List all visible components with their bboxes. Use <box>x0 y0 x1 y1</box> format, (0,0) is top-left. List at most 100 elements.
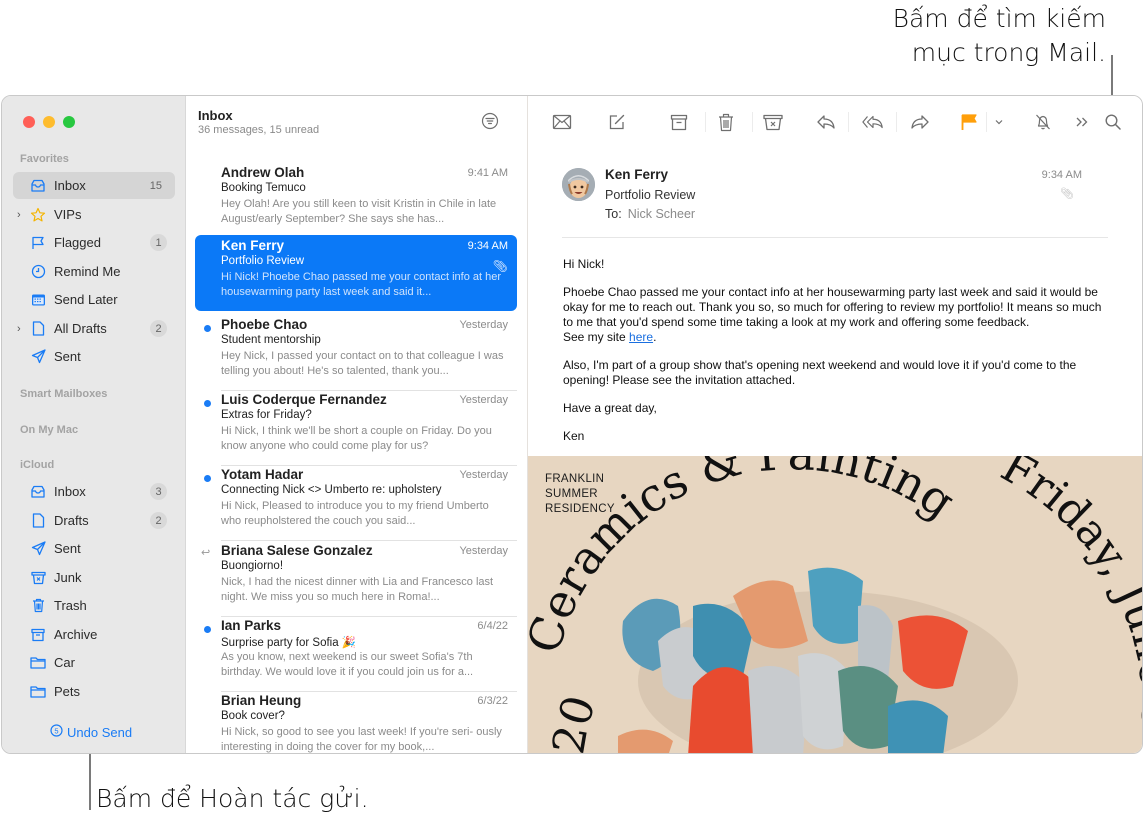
sidebar-item-flagged[interactable]: Flagged 1 <box>13 229 175 256</box>
undo-callout: Bấm để Hoàn tác gửi. <box>96 784 369 813</box>
message-date: 6/4/22 <box>477 620 508 632</box>
envelope-icon <box>552 114 572 130</box>
message-sender: Briana Salese Gonzalez <box>221 543 373 558</box>
sidebar-item-label: Car <box>54 655 75 670</box>
message-row[interactable]: ↩︎ Briana Salese Gonzalez Yesterday Buon… <box>195 540 517 617</box>
folder-icon <box>30 684 46 700</box>
unread-dot-icon <box>204 325 211 332</box>
replied-arrow-icon: ↩︎ <box>201 547 211 559</box>
message-sender: Phoebe Chao <box>221 317 308 332</box>
message-row[interactable]: Brian Heung 6/3/22 Book cover? Hi Nick, … <box>195 690 517 753</box>
trash-icon <box>719 113 733 131</box>
section-on-my-mac[interactable]: On My Mac <box>20 424 78 436</box>
archive-icon <box>30 627 46 643</box>
sidebar-item-label: Pets <box>54 684 81 699</box>
toolbar-divider <box>705 112 706 132</box>
get-mail-button[interactable] <box>551 111 573 133</box>
sidebar-item-vips[interactable]: › VIPs <box>13 201 175 228</box>
invitation-venue: FRANKLIN SUMMER RESIDENCY <box>545 473 615 515</box>
site-link[interactable]: here <box>629 330 653 344</box>
disclosure-chevron-icon[interactable]: › <box>17 209 21 221</box>
sidebar-item-label: Trash <box>54 598 87 613</box>
reply-button[interactable] <box>815 111 837 133</box>
sidebar-item-favorites-sent[interactable]: Sent <box>13 343 175 370</box>
count-badge: 2 <box>150 320 167 337</box>
filter-button[interactable] <box>481 112 499 130</box>
sidebar-item-label: Sent <box>54 349 81 364</box>
message-row[interactable]: Luis Coderque Fernandez Yesterday Extras… <box>195 389 517 466</box>
minimize-window-button[interactable] <box>43 116 55 128</box>
sidebar-item-icloud-sent[interactable]: Sent <box>13 535 175 562</box>
archive-button[interactable] <box>668 111 690 133</box>
sidebar-item-pets[interactable]: Pets <box>13 678 175 705</box>
sidebar-item-label: VIPs <box>54 207 82 222</box>
message-sender: Ian Parks <box>221 618 282 633</box>
message-date: 9:41 AM <box>467 167 508 179</box>
sidebar-item-icloud-inbox[interactable]: Inbox 3 <box>13 478 175 505</box>
message-date: Yesterday <box>459 319 508 331</box>
invitation-image-attachment[interactable]: Ceramics & Painting Friday, June 3 2022 … <box>528 456 1142 753</box>
archive-icon <box>670 114 688 130</box>
delete-button[interactable] <box>715 111 737 133</box>
message-sender: Andrew Olah <box>221 165 305 180</box>
sidebar-item-favorites-inbox[interactable]: Inbox 15 <box>13 172 175 199</box>
flag-icon <box>30 235 46 251</box>
sidebar-item-send-later[interactable]: Send Later <box>13 286 175 313</box>
message-sender: Luis Coderque Fernandez <box>221 392 387 407</box>
sidebar-item-icloud-drafts[interactable]: Drafts 2 <box>13 507 175 534</box>
message-row[interactable]: Ian Parks 6/4/22 Surprise party for Sofi… <box>195 615 517 692</box>
message-sender[interactable]: Ken Ferry <box>605 167 668 182</box>
section-smart-mailboxes[interactable]: Smart Mailboxes <box>20 388 107 400</box>
sidebar-item-remind-me[interactable]: Remind Me <box>13 258 175 285</box>
section-favorites[interactable]: Favorites <box>20 153 69 165</box>
unread-dot-icon <box>204 475 211 482</box>
message-preview: Hey Olah! Are you still keen to visit Kr… <box>221 198 497 225</box>
zoom-window-button[interactable] <box>63 116 75 128</box>
document-icon <box>30 321 46 337</box>
undo-send-button[interactable]: 5 Undo Send <box>50 724 132 740</box>
sidebar-item-label: Inbox <box>54 484 86 499</box>
message-preview: Hi Nick, Pleased to introduce you to my … <box>221 500 489 527</box>
message-row-selected[interactable]: Ken Ferry 9:34 AM Portfolio Review 📎︎ Hi… <box>195 235 517 311</box>
sender-avatar <box>562 168 595 201</box>
mailbox-title: Inbox <box>198 108 233 123</box>
sidebar-item-label: Flagged <box>54 235 101 250</box>
message-row[interactable]: Yotam Hadar Yesterday Connecting Nick <>… <box>195 464 517 541</box>
filter-icon <box>481 112 499 130</box>
toolbar-divider <box>896 112 897 132</box>
disclosure-chevron-icon[interactable]: › <box>17 323 21 335</box>
junk-button[interactable] <box>762 111 784 133</box>
sidebar-item-trash[interactable]: Trash <box>13 592 175 619</box>
sidebar-item-junk[interactable]: Junk <box>13 564 175 591</box>
message-date: Yesterday <box>459 469 508 481</box>
message-list: Inbox 36 messages, 15 unread Andrew Olah… <box>186 96 528 753</box>
body-paragraph: Phoebe Chao passed me your contact info … <box>563 285 1102 344</box>
bell-slash-icon <box>1036 114 1050 130</box>
search-button[interactable] <box>1102 111 1124 133</box>
svg-text:5: 5 <box>54 726 58 735</box>
message-row[interactable]: Phoebe Chao Yesterday Student mentorship… <box>195 314 517 391</box>
message-subject: Connecting Nick <> Umberto re: upholster… <box>221 484 442 496</box>
mute-button[interactable] <box>1032 111 1054 133</box>
flag-button[interactable] <box>958 111 980 133</box>
count-badge: 3 <box>150 483 167 500</box>
section-icloud[interactable]: iCloud <box>20 459 54 471</box>
sidebar-item-archive[interactable]: Archive <box>13 621 175 648</box>
flag-menu-button[interactable] <box>988 111 1010 133</box>
sidebar-item-all-drafts[interactable]: › All Drafts 2 <box>13 315 175 342</box>
sidebar-item-label: Send Later <box>54 292 118 307</box>
paperplane-icon <box>30 541 46 557</box>
close-window-button[interactable] <box>23 116 35 128</box>
message-row[interactable]: Andrew Olah 9:41 AM Booking Temuco Hey O… <box>195 162 517 238</box>
compose-button[interactable] <box>606 111 628 133</box>
recipient-name[interactable]: Nick Scheer <box>628 207 695 221</box>
reply-all-button[interactable] <box>862 111 884 133</box>
message-sender: Brian Heung <box>221 693 302 708</box>
message-preview: Hi Nick, so good to see you last week! I… <box>221 726 502 753</box>
toolbar-divider <box>848 112 849 132</box>
forward-button[interactable] <box>909 111 931 133</box>
flag-icon <box>961 114 977 130</box>
more-toolbar-items-button[interactable] <box>1071 111 1093 133</box>
sidebar-item-car[interactable]: Car <box>13 649 175 676</box>
document-icon <box>30 513 46 529</box>
